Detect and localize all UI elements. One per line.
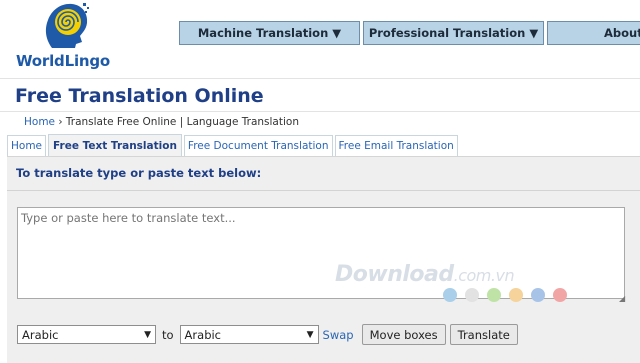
tab-home[interactable]: Home <box>7 135 47 156</box>
target-language-select[interactable]: Arabic ▼ <box>179 325 319 344</box>
top-navigation: Machine Translation ▼ Professional Trans… <box>179 21 640 45</box>
title-divider <box>0 111 640 112</box>
source-language-select[interactable]: Arabic ▼ <box>17 325 156 344</box>
translation-tabs: Home Free Text Translation Free Document… <box>7 134 460 156</box>
brand-name-part2: Lingo <box>64 52 111 70</box>
worldlingo-logo[interactable]: WorldLingo <box>16 0 110 72</box>
nav-about[interactable]: About <box>547 21 640 45</box>
tab-free-document-translation[interactable]: Free Document Translation <box>183 135 333 156</box>
site-header: WorldLingo Machine Translation ▼ Profess… <box>0 0 640 78</box>
tab-free-text-translation[interactable]: Free Text Translation <box>48 134 182 156</box>
textarea-resize-grip-icon[interactable]: ◢ <box>619 294 625 303</box>
source-language-value: Arabic <box>22 327 59 342</box>
nav-machine-translation[interactable]: Machine Translation ▼ <box>179 21 360 45</box>
brand-name-part1: World <box>16 52 65 70</box>
panel-divider <box>7 190 640 191</box>
to-label: to <box>162 327 174 342</box>
nav-professional-translation[interactable]: Professional Translation ▼ <box>363 21 544 45</box>
target-language-value: Arabic <box>184 327 222 342</box>
translation-controls: Arabic ▼ to Arabic ▼ Swap Move boxes Tra… <box>17 324 518 345</box>
dropdown-arrow-icon: ▼ <box>144 329 151 340</box>
tab-free-email-translation[interactable]: Free Email Translation <box>334 135 458 156</box>
source-text-input[interactable] <box>17 207 625 299</box>
brand-name: WorldLingo <box>16 52 110 70</box>
worldlingo-head-spiral-logo-icon <box>45 3 89 48</box>
panel-heading: To translate type or paste text below: <box>16 166 262 180</box>
breadcrumb: Home › Translate Free Online | Language … <box>24 116 299 128</box>
swap-languages-link[interactable]: Swap <box>323 328 354 342</box>
header-divider <box>0 78 640 79</box>
translate-button[interactable]: Translate <box>449 324 518 345</box>
breadcrumb-trail: › Translate Free Online | Language Trans… <box>55 116 299 128</box>
page-title: Free Translation Online <box>15 85 264 107</box>
breadcrumb-home-link[interactable]: Home <box>24 116 55 128</box>
dropdown-arrow-icon: ▼ <box>306 329 314 340</box>
move-boxes-button[interactable]: Move boxes <box>361 324 446 345</box>
